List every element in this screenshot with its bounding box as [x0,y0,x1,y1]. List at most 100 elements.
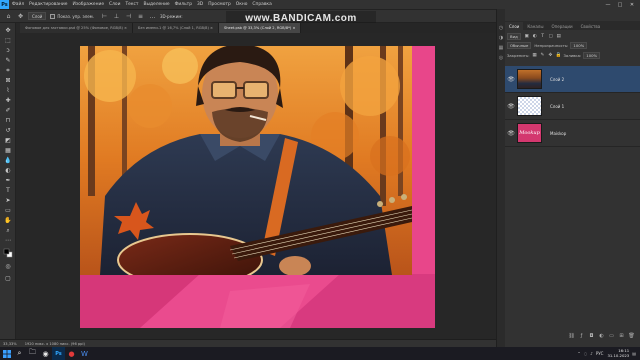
menu-3d[interactable]: 3D [197,2,203,7]
quick-mask-icon[interactable]: ◎ [3,263,13,271]
lock-all-icon[interactable]: 🔒 [555,53,562,59]
volume-icon[interactable]: ♪ [590,351,593,356]
tray-arrow-icon[interactable]: ⌃ [577,351,580,356]
new-layer-icon[interactable]: ⊞ [618,333,625,340]
trash-icon[interactable]: 🗑 [628,333,635,340]
type-tool-icon[interactable]: T [3,187,13,195]
stamp-tool-icon[interactable]: ⊓ [3,117,13,125]
quick-select-icon[interactable]: ✎ [3,57,13,65]
move-tool-icon[interactable]: ✥ [3,27,13,35]
network-icon[interactable]: ◌ [584,351,588,356]
layer-name[interactable]: Слой 1 [550,104,564,109]
dodge-tool-icon[interactable]: ◐ [3,167,13,175]
menu-image[interactable]: Изображение [72,2,104,7]
color-icon[interactable]: ◑ [498,35,504,41]
healing-brush-icon[interactable]: ✚ [3,97,13,105]
more-tools-icon[interactable]: ⋯ [3,237,13,245]
search-icon[interactable]: ⌕ [13,347,26,360]
brush-tool-icon[interactable]: ✐ [3,107,13,115]
distribute-icon[interactable]: ≡ [136,12,145,21]
blur-tool-icon[interactable]: 💧 [3,157,13,165]
recorder-icon[interactable]: ● [65,347,78,360]
layer-item-layer1[interactable]: 👁 Слой 1 [505,93,640,120]
tab-untitled[interactable]: Без имени-1 @ 16,7% (Слой 1, RGB/8) × [133,23,219,33]
menu-edit[interactable]: Редактирование [29,2,67,7]
minimize-button[interactable]: — [602,0,614,9]
layer-name[interactable]: Слой 2 [550,77,564,82]
tab-properties[interactable]: Свойства [577,22,605,30]
layer-kind-filter[interactable]: Вид [507,33,521,40]
layer-name[interactable]: Maiskop [550,131,566,136]
group-icon[interactable]: ▭ [608,333,615,340]
menu-file[interactable]: Файл [12,2,24,7]
marquee-tool-icon[interactable]: ⬚ [3,37,13,45]
move-tool-icon[interactable]: ✥ [16,12,25,21]
mask-icon[interactable]: ◘ [588,333,595,340]
crop-tool-icon[interactable]: ⌗ [3,67,13,75]
tab-layers[interactable]: Слои [505,22,524,30]
tab-actions[interactable]: Операции [547,22,576,30]
menu-filter[interactable]: Фильтр [175,2,192,7]
notifications-icon[interactable]: ▤ [632,351,636,356]
lock-move-icon[interactable]: ✥ [547,53,553,59]
layer-item-layer2[interactable]: 👁 Слой 2 [505,66,640,93]
auto-select-dropdown[interactable]: Слой [28,12,47,20]
history-brush-icon[interactable]: ↺ [3,127,13,135]
fx-icon[interactable]: ƒ [578,333,585,340]
eyedropper-icon[interactable]: ⌇ [3,87,13,95]
link-layers-icon[interactable]: ⛓ [568,333,575,340]
layer-artwork-image[interactable] [80,46,412,275]
pen-tool-icon[interactable]: ✒ [3,177,13,185]
word-icon[interactable]: W [78,347,91,360]
zoom-level[interactable]: 33,33% [3,342,17,346]
align-center-icon[interactable]: ⊥ [112,12,121,21]
file-explorer-icon[interactable]: 🗀 [26,347,39,360]
eraser-tool-icon[interactable]: ◩ [3,137,13,145]
filter-shape-icon[interactable]: ▢ [548,34,554,40]
menu-text[interactable]: Текст [125,2,138,7]
layer-item-mockup[interactable]: 👁 Mookup Maiskop [505,120,640,147]
blend-mode-select[interactable]: Обычные [507,42,532,49]
transform-controls-checkbox[interactable] [50,13,56,19]
frame-tool-icon[interactable]: ⊠ [3,77,13,85]
menu-view[interactable]: Просмотр [208,2,231,7]
clock[interactable]: 16:11 31.10.2023 [607,348,629,358]
filter-type-icon[interactable]: T [540,34,546,40]
windows-start-icon[interactable] [0,347,13,360]
hand-tool-icon[interactable]: ✋ [3,217,13,225]
eye-icon[interactable]: 👁 [507,75,515,83]
browser-icon[interactable]: ◉ [39,347,52,360]
eye-icon[interactable]: 👁 [507,102,515,110]
maximize-button[interactable]: □ [614,0,626,9]
lock-paint-icon[interactable]: ✎ [539,53,545,59]
zoom-tool-icon[interactable]: ⌕ [3,227,13,235]
more-options-icon[interactable]: … [148,12,157,21]
filter-pixel-icon[interactable]: ▣ [524,34,530,40]
history-icon[interactable]: ◷ [498,25,504,31]
screen-mode-icon[interactable]: ▢ [3,275,13,283]
menu-help[interactable]: Справка [252,2,271,7]
fill-input[interactable]: 100% [583,52,601,59]
swatches-icon[interactable]: ▦ [498,45,504,51]
close-button[interactable]: ✕ [626,0,638,9]
home-icon[interactable]: ⌂ [4,12,13,21]
eye-icon[interactable]: 👁 [507,129,515,137]
adjustment-layer-icon[interactable]: ◐ [598,333,605,340]
shape-tool-icon[interactable]: ▭ [3,207,13,215]
photoshop-taskbar-icon[interactable]: Ps [52,347,65,360]
color-swatches-icon[interactable] [3,248,13,258]
opacity-input[interactable]: 100% [570,42,588,49]
menu-window[interactable]: Окно [236,2,248,7]
filter-adjust-icon[interactable]: ◐ [532,34,538,40]
path-select-icon[interactable]: ➤ [3,197,13,205]
adjustments-icon[interactable]: ◎ [498,55,504,61]
keyboard-language[interactable]: РУС [596,351,604,356]
tab-channels[interactable]: Каналы [523,22,547,30]
tab-background-psd[interactable]: Фоновое для заставки.psd @ 25% (Фоновое,… [20,23,134,33]
lock-pixels-icon[interactable]: ▦ [531,53,537,59]
filter-smart-icon[interactable]: ▤ [556,34,562,40]
document-info[interactable]: 1920 пикс. x 1080 пикс. (96 ppi) [25,342,85,346]
menu-layers[interactable]: Слои [109,2,120,7]
align-right-icon[interactable]: ⊣ [124,12,133,21]
align-left-icon[interactable]: ⊢ [100,12,109,21]
